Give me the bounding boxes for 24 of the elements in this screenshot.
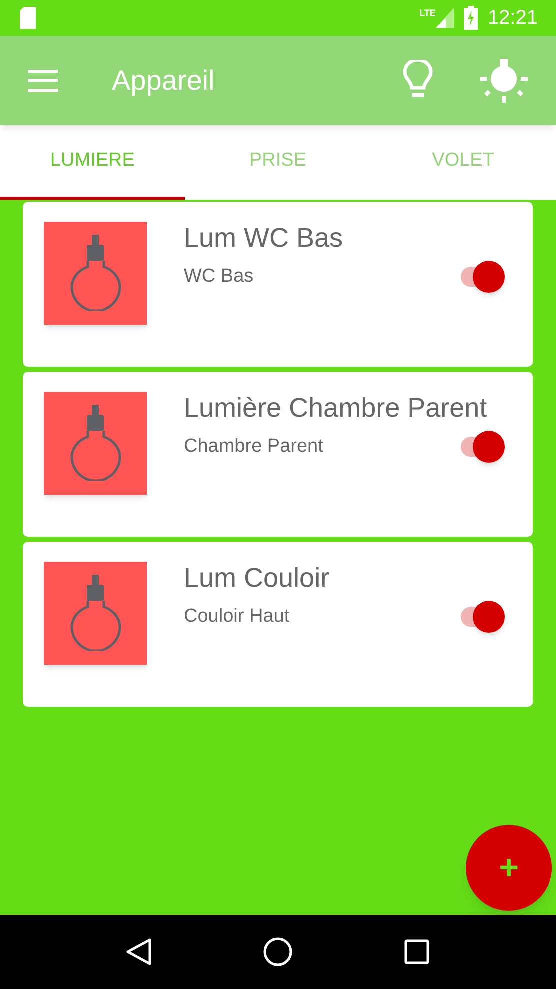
back-icon[interactable] [126, 938, 152, 966]
device-name: Lumière Chambre Parent [184, 392, 488, 425]
battery-icon [464, 6, 478, 30]
device-name: Lum WC Bas [184, 222, 344, 255]
device-room: WC Bas [184, 264, 254, 288]
device-card[interactable]: Lum Couloir Couloir Haut [23, 542, 533, 707]
tab[interactable]: VOLET [370, 125, 556, 200]
light-bulb-icon [70, 235, 122, 311]
signal-icon [436, 8, 454, 28]
device-card[interactable]: Lumière Chambre Parent Chambre Parent [23, 372, 533, 537]
device-room: Couloir Haut [184, 604, 290, 628]
sd-card-icon [18, 7, 38, 29]
home-icon[interactable] [262, 937, 293, 967]
light-bulb-icon [70, 405, 122, 481]
light-bulb-icon [70, 575, 122, 651]
tab[interactable]: PRISE [185, 125, 371, 200]
device-name: Lum Couloir [184, 562, 331, 595]
device-room: Chambre Parent [184, 434, 324, 458]
add-button[interactable]: + [466, 825, 552, 911]
app-title: Appareil [112, 64, 216, 98]
clock-time: 12:21 [488, 6, 538, 31]
device-card[interactable]: Lum WC Bas WC Bas [23, 202, 533, 367]
recents-icon[interactable] [404, 939, 430, 965]
network-label: LTE [420, 9, 436, 18]
